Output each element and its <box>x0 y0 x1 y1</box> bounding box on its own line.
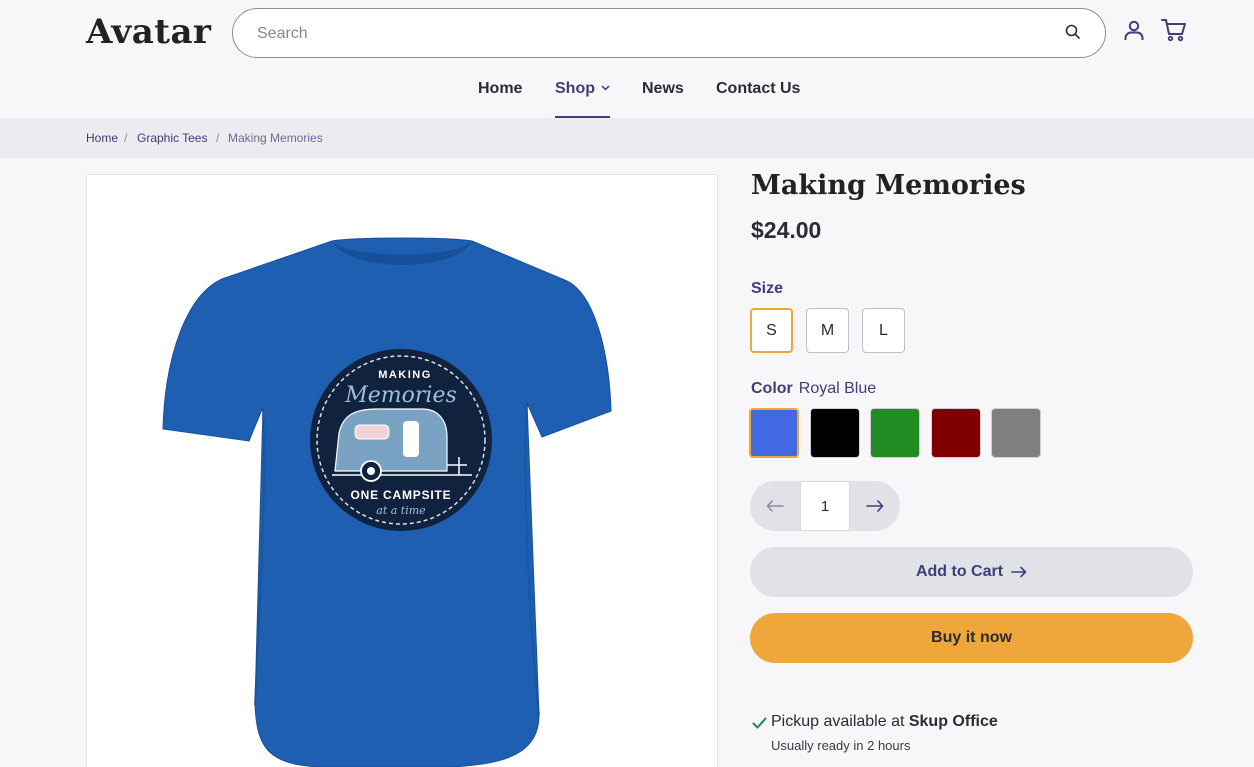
color-swatch-black[interactable] <box>810 408 860 458</box>
site-header: Avatar Home Shop News Contact Us <box>0 0 1254 118</box>
site-logo[interactable]: Avatar <box>86 12 211 52</box>
quantity-decrease-button[interactable] <box>750 481 800 531</box>
size-label: Size <box>751 280 784 297</box>
add-to-cart-button[interactable]: Add to Cart <box>750 547 1193 597</box>
pickup-eta: Usually ready in 2 hours <box>771 738 911 753</box>
color-swatch-green[interactable] <box>870 408 920 458</box>
size-option-l[interactable]: L <box>862 308 905 353</box>
nav-item-shop-label: Shop <box>555 80 595 97</box>
arrow-right-icon <box>866 500 884 512</box>
breadcrumb: Home / Graphic Tees / Making Memories <box>0 118 1254 158</box>
color-swatch-maroon[interactable] <box>931 408 981 458</box>
search-icon[interactable] <box>1065 24 1081 40</box>
color-label: Color <box>751 380 793 397</box>
search-bar[interactable] <box>232 8 1106 58</box>
quantity-increase-button[interactable] <box>850 481 900 531</box>
product-title: Making Memories <box>751 170 1026 201</box>
breadcrumb-current: Making Memories <box>228 131 323 145</box>
size-option-s[interactable]: S <box>750 308 793 353</box>
chevron-down-icon <box>601 85 610 91</box>
badge-script-text: Memories <box>344 383 457 408</box>
color-label-row: Color Royal Blue <box>751 380 876 398</box>
breadcrumb-graphic-tees[interactable]: Graphic Tees <box>137 131 207 145</box>
add-to-cart-label: Add to Cart <box>915 563 1004 580</box>
product-price: $24.00 <box>751 217 822 243</box>
badge-tagline-text: at a time <box>376 504 426 517</box>
color-swatch-gray[interactable] <box>991 408 1041 458</box>
pickup-availability: Pickup available at Skup Office <box>771 713 998 731</box>
cart-icon[interactable] <box>1160 17 1188 43</box>
breadcrumb-separator: / <box>124 131 128 145</box>
nav-item-home[interactable]: Home <box>478 80 522 118</box>
check-icon <box>752 717 767 729</box>
arrow-left-icon <box>766 500 784 512</box>
quantity-stepper <box>750 481 900 531</box>
main-nav: Home Shop News Contact Us <box>0 80 1254 118</box>
product-image[interactable]: MAKING Memories ONE CAMPSITE at a time <box>86 174 718 767</box>
size-option-m[interactable]: M <box>806 308 849 353</box>
search-input[interactable] <box>257 22 1037 46</box>
breadcrumb-home[interactable]: Home <box>86 131 118 145</box>
pickup-prefix: Pickup available at <box>771 713 909 730</box>
tshirt-illustration: MAKING Memories ONE CAMPSITE at a time <box>162 237 612 767</box>
buy-it-now-button[interactable]: Buy it now <box>750 613 1193 663</box>
nav-item-contact-us[interactable]: Contact Us <box>716 80 800 118</box>
arrow-right-icon <box>1011 566 1027 578</box>
badge-top-text: MAKING <box>378 369 432 381</box>
nav-item-shop[interactable]: Shop <box>555 80 610 118</box>
account-icon[interactable] <box>1122 18 1146 42</box>
nav-item-news[interactable]: News <box>642 80 684 118</box>
breadcrumb-separator: / <box>216 131 220 145</box>
color-swatch-royal-blue[interactable] <box>749 408 799 458</box>
selected-color-name: Royal Blue <box>798 380 877 397</box>
quantity-input[interactable] <box>800 481 850 531</box>
badge-bottom-text: ONE CAMPSITE <box>351 488 452 502</box>
pickup-location: Skup Office <box>908 713 998 730</box>
